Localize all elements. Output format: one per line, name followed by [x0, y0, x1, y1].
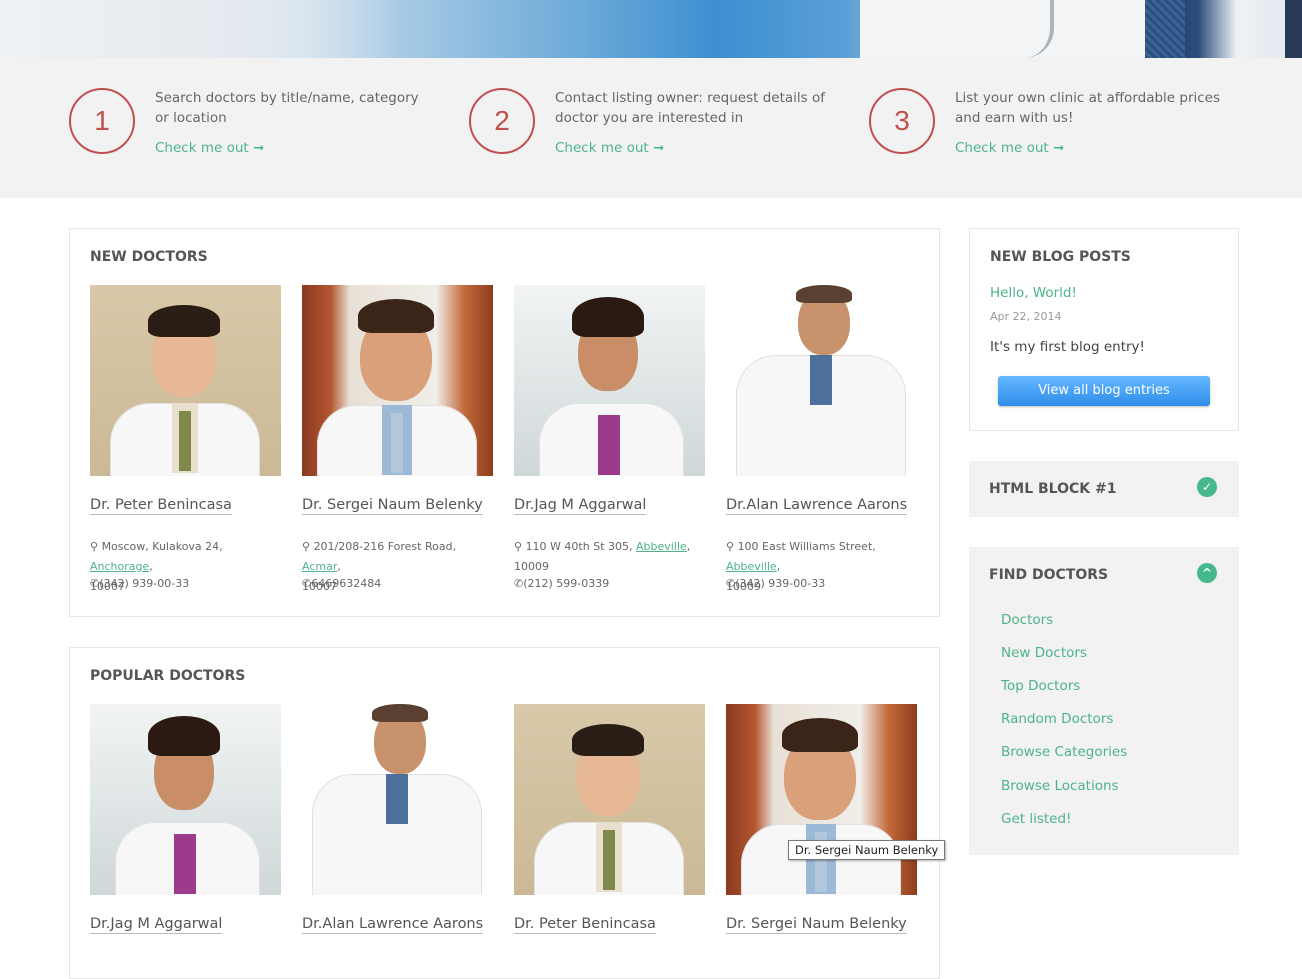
doctor-photo[interactable] [726, 285, 917, 476]
find-doctors-item[interactable]: Doctors [1001, 612, 1053, 628]
doctor-phone: ✆(342) 939-00-33 [726, 577, 826, 590]
find-doctors-item[interactable]: New Doctors [1001, 645, 1087, 661]
find-doctors-item[interactable]: Top Doctors [1001, 678, 1080, 694]
step-text: Search doctors by title/name, category o… [155, 90, 419, 126]
tooltip: Dr. Sergei Naum Belenky [788, 840, 946, 860]
how-it-works-steps: 1 Search doctors by title/name, category… [0, 58, 1302, 198]
panel-title: HTML BLOCK #1 [989, 481, 1117, 497]
doctor-name-link[interactable]: Dr. Peter Benincasa [514, 916, 656, 934]
hero-banner [0, 0, 1302, 58]
doctor-name-link[interactable]: Dr.Jag M Aggarwal [90, 916, 223, 934]
blog-post-link[interactable]: Hello, World! [990, 285, 1077, 301]
doctor-card: Dr.Alan Lawrence Aarons ⚲ 100 East Willi… [726, 285, 917, 593]
step-number: 1 [69, 88, 135, 154]
map-marker-icon: ⚲ [90, 540, 99, 553]
panel-title: NEW DOCTORS [90, 249, 208, 265]
chevron-down-icon[interactable]: ✓ [1197, 477, 1217, 497]
doctor-photo[interactable] [514, 285, 705, 476]
city-link[interactable]: Acmar [302, 560, 337, 573]
map-marker-icon: ⚲ [302, 540, 311, 553]
arrow-right-icon: ➞ [1052, 140, 1065, 156]
find-doctors-item[interactable]: Random Doctors [1001, 711, 1113, 727]
step-number: 2 [469, 88, 535, 154]
doctor-card: Dr. Sergei Naum Belenky ⚲ 201/208-216 Fo… [302, 285, 493, 593]
step-1: 1 Search doctors by title/name, category… [69, 88, 449, 168]
chevron-up-icon[interactable]: ^ [1197, 563, 1217, 583]
popular-doctors-panel: POPULAR DOCTORS Dr.Jag M Aggarwal Dr.Ala… [69, 647, 940, 979]
doctor-photo[interactable] [90, 704, 281, 895]
doctor-card: Dr.Jag M Aggarwal ⚲ 110 W 40th St 305, A… [514, 285, 705, 590]
doctor-phone: ✆6469632484 [302, 577, 382, 590]
doctor-phone: ✆(212) 599-0339 [514, 577, 610, 590]
doctor-photo[interactable] [302, 285, 493, 476]
city-link[interactable]: Abbeville [726, 560, 777, 573]
step-3: 3 List your own clinic at affordable pri… [869, 88, 1249, 168]
new-doctors-panel: NEW DOCTORS Dr. Peter Benincasa ⚲ Moscow… [69, 228, 940, 617]
arrow-right-icon: ➞ [252, 140, 265, 156]
check-me-out-link[interactable]: Check me out ➞ [955, 140, 1064, 156]
doctor-name-link[interactable]: Dr. Sergei Naum Belenky [726, 916, 907, 934]
city-link[interactable]: Abbeville [636, 540, 687, 553]
panel-title: FIND DOCTORS [989, 567, 1109, 583]
doctor-card: Dr.Alan Lawrence Aarons [302, 704, 493, 934]
phone-icon: ✆ [726, 577, 736, 590]
doctor-card: Dr.Jag M Aggarwal [90, 704, 281, 934]
doctor-card: Dr. Peter Benincasa ⚲ Moscow, Kulakova 2… [90, 285, 281, 593]
step-2: 2 Contact listing owner: request details… [469, 88, 849, 168]
blog-post-excerpt: It's my first blog entry! [990, 339, 1145, 355]
find-doctors-item[interactable]: Get listed! [1001, 811, 1071, 827]
doctor-photo[interactable] [90, 285, 281, 476]
map-marker-icon: ⚲ [514, 540, 523, 553]
phone-icon: ✆ [302, 577, 312, 590]
panel-title: NEW BLOG POSTS [990, 249, 1131, 265]
doctor-phone: ✆(342) 939-00-33 [90, 577, 190, 590]
doctor-address: ⚲ 110 W 40th St 305, Abbeville, 10009 [514, 540, 691, 573]
doctor-photo[interactable] [726, 704, 917, 895]
arrow-right-icon: ➞ [652, 140, 665, 156]
check-me-out-link[interactable]: Check me out ➞ [155, 140, 264, 156]
phone-icon: ✆ [514, 577, 524, 590]
step-text: List your own clinic at affordable price… [955, 90, 1221, 126]
find-doctors-item[interactable]: Browse Categories [1001, 744, 1127, 760]
blog-post-date: Apr 22, 2014 [990, 310, 1062, 323]
view-all-blog-button[interactable]: View all blog entries [998, 376, 1210, 406]
doctor-name-link[interactable]: Dr.Jag M Aggarwal [514, 497, 647, 515]
blog-posts-panel: NEW BLOG POSTS Hello, World! Apr 22, 201… [969, 228, 1239, 431]
doctor-card: Dr. Peter Benincasa [514, 704, 705, 934]
city-link[interactable]: Anchorage [90, 560, 149, 573]
phone-icon: ✆ [90, 577, 100, 590]
doctor-name-link[interactable]: Dr. Peter Benincasa [90, 497, 232, 515]
check-me-out-link[interactable]: Check me out ➞ [555, 140, 664, 156]
panel-title: POPULAR DOCTORS [90, 668, 246, 684]
html-block-panel: HTML BLOCK #1 ✓ [969, 461, 1239, 517]
doctor-photo[interactable] [302, 704, 493, 895]
doctor-name-link[interactable]: Dr. Sergei Naum Belenky [302, 497, 483, 515]
doctor-name-link[interactable]: Dr.Alan Lawrence Aarons [302, 916, 484, 934]
map-marker-icon: ⚲ [726, 540, 735, 553]
step-number: 3 [869, 88, 935, 154]
find-doctors-panel: FIND DOCTORS ^ Doctors New Doctors Top D… [969, 547, 1239, 855]
step-text: Contact listing owner: request details o… [555, 90, 826, 126]
find-doctors-item[interactable]: Browse Locations [1001, 778, 1119, 794]
doctor-card: Dr. Sergei Naum Belenky [726, 704, 917, 934]
doctor-name-link[interactable]: Dr.Alan Lawrence Aarons [726, 497, 908, 515]
doctor-photo[interactable] [514, 704, 705, 895]
